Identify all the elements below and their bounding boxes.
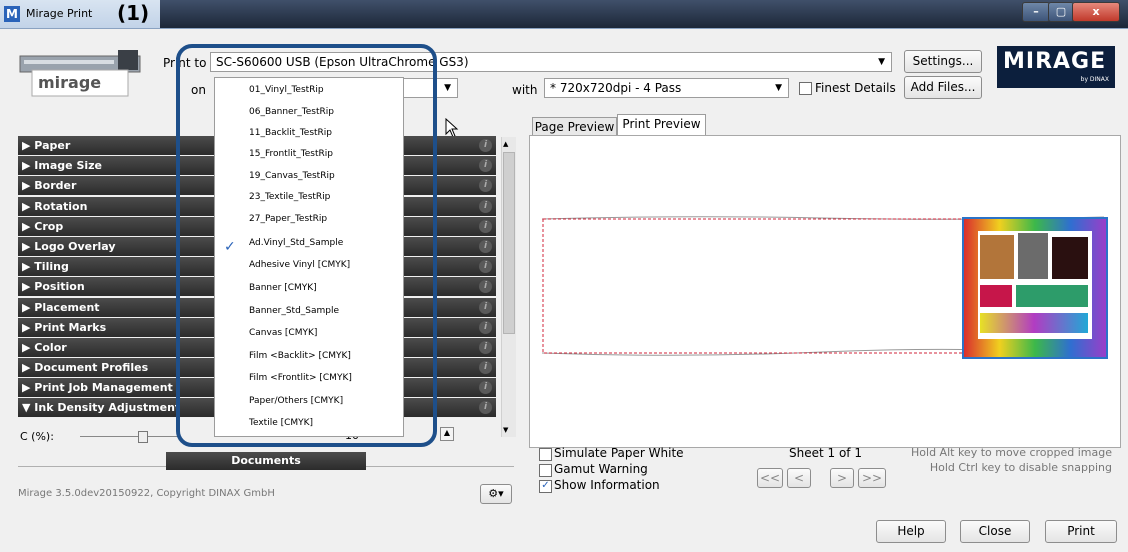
section-label: Print Job Management [34,381,173,395]
mirage-brand-logo: MIRAGE by DINAX [997,46,1115,88]
printer-logo: mirage [18,46,142,100]
section-label: Document Profiles [34,361,149,375]
nav-last-button[interactable]: >> [858,468,886,488]
info-icon[interactable]: i [479,260,492,274]
window-title: Mirage Print [26,7,93,20]
scroll-down-icon[interactable]: ▼ [503,426,508,434]
finest-details-label: Finest Details [815,81,896,95]
section-label: Tiling [34,260,69,274]
section-label: Border [34,179,77,193]
settings-button[interactable]: Settings... [904,50,982,73]
info-icon[interactable]: i [479,139,492,152]
ink-c-slider-handle[interactable] [138,431,148,443]
info-icon[interactable]: i [479,300,492,314]
gear-icon: ⚙▾ [488,487,504,500]
chevron-down-icon: ▼ [775,83,782,93]
section-label: Logo Overlay [34,239,116,253]
documents-tab[interactable]: Documents [166,452,366,470]
info-icon[interactable]: i [479,219,492,233]
section-label: Color [34,340,67,354]
nav-prev-button[interactable]: < [787,468,811,488]
close-window-button[interactable]: x [1072,2,1120,22]
info-icon[interactable]: i [479,199,492,213]
image-thumbnail[interactable] [962,217,1108,359]
finest-details-checkbox[interactable] [799,82,812,95]
info-icon[interactable]: i [479,159,492,173]
help-button[interactable]: Help [876,520,946,543]
hint-ctrl: Hold Ctrl key to disable snapping [929,461,1112,474]
tab-page-preview[interactable]: Page Preview [532,117,617,137]
spinner-up-icon[interactable]: ▲ [440,427,454,441]
tab-print-preview[interactable]: Print Preview [617,114,706,137]
info-icon[interactable]: i [479,280,492,294]
quality-select-value: * 720x720dpi - 4 Pass [550,81,682,95]
print-button[interactable]: Print [1045,520,1117,543]
section-label: Position [34,280,85,294]
gear-menu-button[interactable]: ⚙▾ [480,484,512,504]
brand-name: MIRAGE [1003,49,1107,74]
info-icon[interactable]: i [479,381,492,395]
section-label: Rotation [34,199,88,213]
simulate-paper-white-checkbox[interactable] [539,448,552,461]
hint-alt: Hold Alt key to move cropped image [911,446,1112,459]
copyright-text: Mirage 3.5.0dev20150922, Copyright DINAX… [18,488,275,499]
callout-label: (1) [117,1,150,25]
ink-c-label: C (%): [20,430,54,443]
info-icon[interactable]: i [479,361,492,375]
thumbnail-content [978,231,1092,339]
scroll-up-icon[interactable]: ▲ [503,140,508,148]
simulate-paper-white-label: Simulate Paper White [554,446,684,460]
close-button[interactable]: Close [960,520,1030,543]
gamut-warning-checkbox[interactable] [539,464,552,477]
section-label: Image Size [34,159,102,173]
chevron-down-icon: ▼ [444,83,451,93]
info-icon[interactable]: i [479,340,492,354]
chevron-down-icon: ▼ [878,57,885,67]
title-bar [0,0,1128,29]
nav-first-button[interactable]: << [757,468,783,488]
add-files-button[interactable]: Add Files... [904,76,982,99]
sheet-indicator: Sheet 1 of 1 [789,446,862,460]
brand-sub: by DINAX [1080,76,1109,83]
printer-logo-text: mirage [38,73,102,92]
show-information-checkbox[interactable]: ✓ [539,480,552,493]
quality-select[interactable]: * 720x720dpi - 4 Pass ▼ [544,78,789,98]
gamut-warning-label: Gamut Warning [554,462,648,476]
info-icon[interactable]: i [479,179,492,193]
with-label: with [512,83,538,97]
section-label: Ink Density Adjustment [34,401,181,415]
section-label: Crop [34,219,64,233]
info-icon[interactable]: i [479,401,492,415]
app-icon: M [4,6,20,22]
info-icon[interactable]: i [479,320,492,334]
info-icon[interactable]: i [479,239,492,253]
maximize-button[interactable]: ▢ [1048,2,1074,22]
callout-highlight-frame [176,44,437,447]
panel-scroll-thumb[interactable] [503,152,515,334]
show-information-label: Show Information [554,478,660,492]
mouse-cursor-icon [445,118,459,138]
nav-next-button[interactable]: > [830,468,854,488]
section-label: Placement [34,300,100,314]
section-label: Paper [34,139,71,152]
section-label: Print Marks [34,320,107,334]
minimize-button[interactable]: – [1022,2,1050,22]
ink-c-slider[interactable] [80,436,180,437]
